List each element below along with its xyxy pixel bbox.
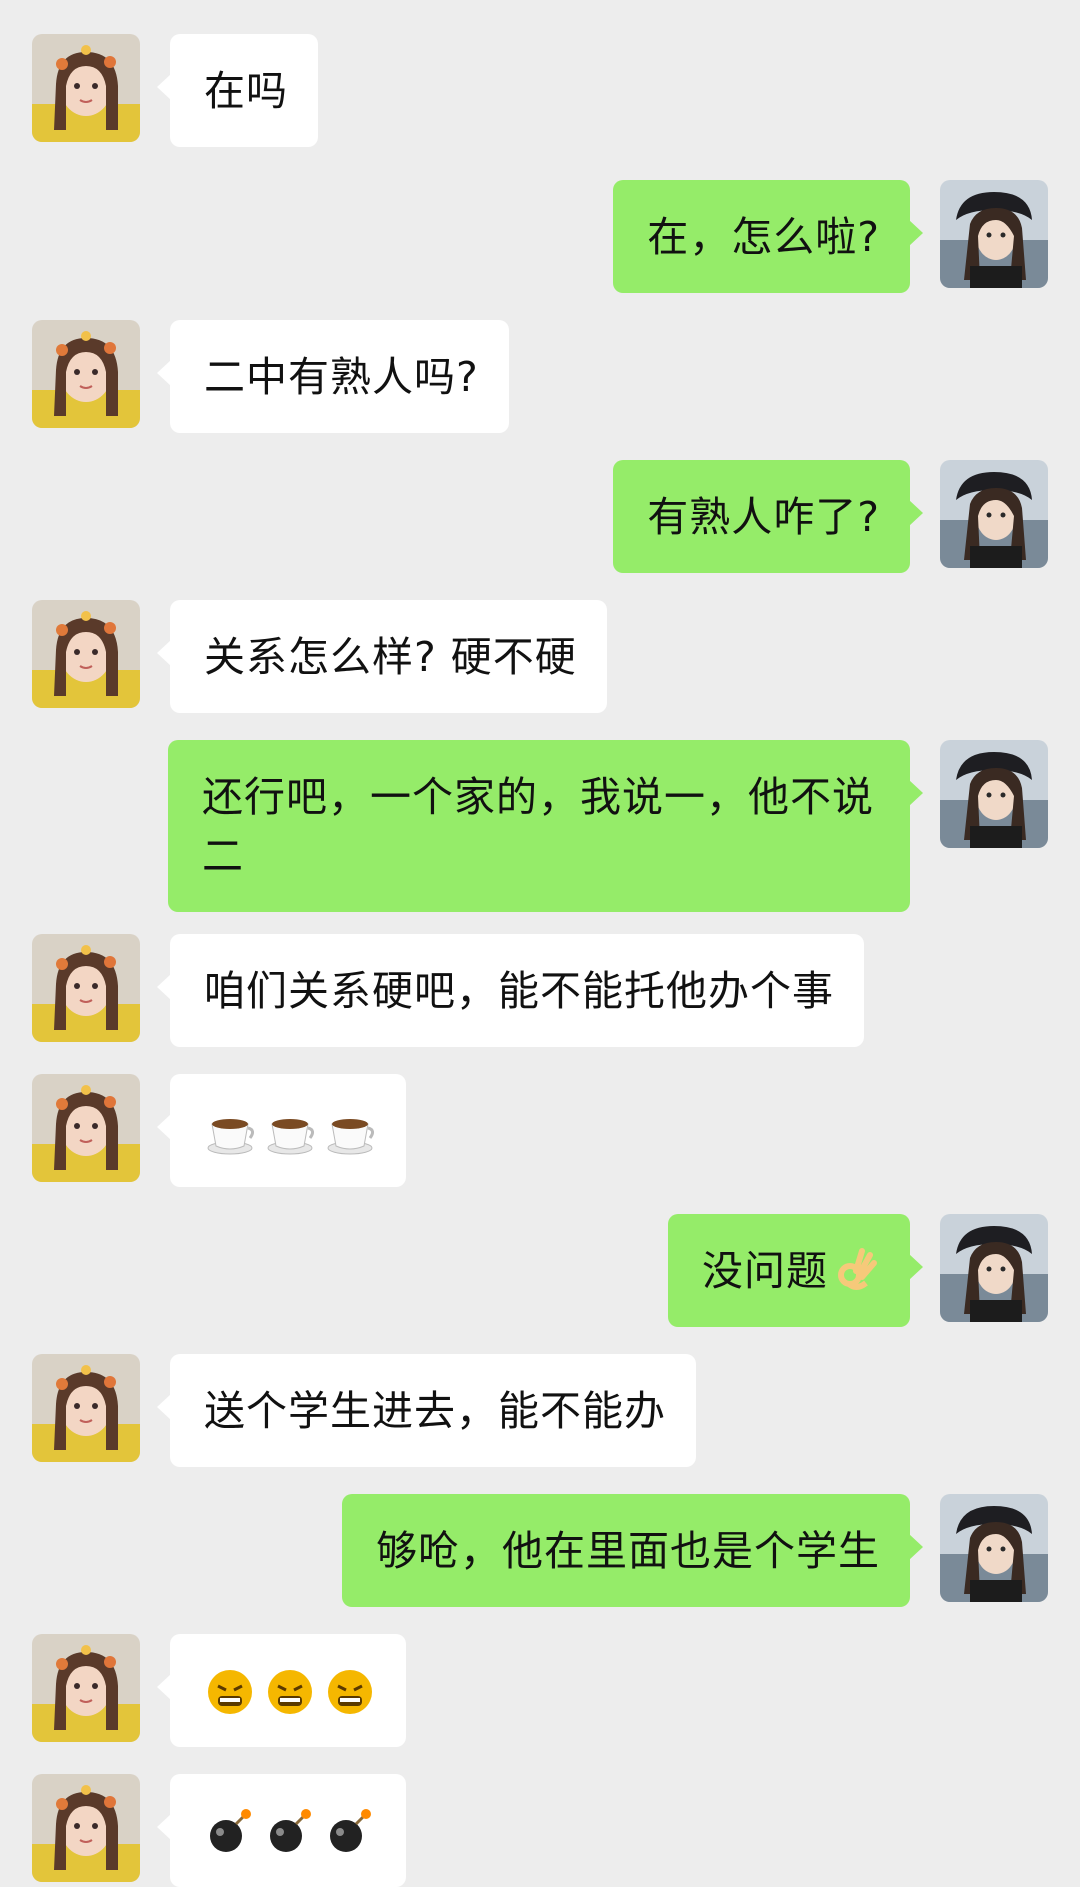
contact-avatar[interactable]	[32, 600, 140, 708]
contact-avatar[interactable]	[32, 34, 140, 142]
message-bubble[interactable]: 还行吧，一个家的，我说一，他不说二	[168, 740, 923, 912]
message-bubble[interactable]: 二中有熟人吗?	[157, 320, 509, 433]
message-text: 没问题	[702, 1247, 828, 1295]
message-bubble[interactable]	[157, 1074, 406, 1187]
message-bubble[interactable]: 在，怎么啦?	[613, 180, 923, 293]
emoji-row	[204, 1662, 376, 1721]
contact-avatar[interactable]	[32, 1774, 140, 1882]
contact-avatar[interactable]	[32, 1634, 140, 1742]
message-bubble[interactable]	[157, 1774, 406, 1887]
message-bubble[interactable]: 关系怎么样? 硬不硬	[157, 600, 607, 713]
user-avatar[interactable]	[940, 1494, 1048, 1602]
message-bubble[interactable]: 有熟人咋了?	[613, 460, 923, 573]
message-bubble[interactable]: 没问题	[668, 1214, 923, 1327]
cursing-face-icon	[204, 1666, 256, 1718]
bomb-icon	[204, 1806, 256, 1858]
message-bubble[interactable]	[157, 1634, 406, 1747]
user-avatar[interactable]	[940, 740, 1048, 848]
coffee-icon	[264, 1106, 316, 1158]
bomb-icon	[264, 1806, 316, 1858]
contact-avatar[interactable]	[32, 320, 140, 428]
cursing-face-icon	[264, 1666, 316, 1718]
ok-hand-icon	[832, 1245, 880, 1293]
user-avatar[interactable]	[940, 1214, 1048, 1322]
cursing-face-icon	[324, 1666, 376, 1718]
emoji-row	[204, 1802, 376, 1861]
contact-avatar[interactable]	[32, 1354, 140, 1462]
emoji-row	[204, 1102, 376, 1161]
message-bubble[interactable]: 够呛，他在里面也是个学生	[342, 1494, 923, 1607]
coffee-icon	[324, 1106, 376, 1158]
message-bubble[interactable]: 在吗	[157, 34, 318, 147]
coffee-icon	[204, 1106, 256, 1158]
message-bubble[interactable]: 咱们关系硬吧，能不能托他办个事	[157, 934, 864, 1047]
contact-avatar[interactable]	[32, 1074, 140, 1182]
user-avatar[interactable]	[940, 460, 1048, 568]
message-bubble[interactable]: 送个学生进去，能不能办	[157, 1354, 696, 1467]
chat-area[interactable]: 在吗 在，怎么啦? 二中有熟人吗? 有熟人咋了? 关系怎么样? 硬不硬 还行吧，…	[0, 0, 1080, 1887]
contact-avatar[interactable]	[32, 934, 140, 1042]
bomb-icon	[324, 1806, 376, 1858]
user-avatar[interactable]	[940, 180, 1048, 288]
